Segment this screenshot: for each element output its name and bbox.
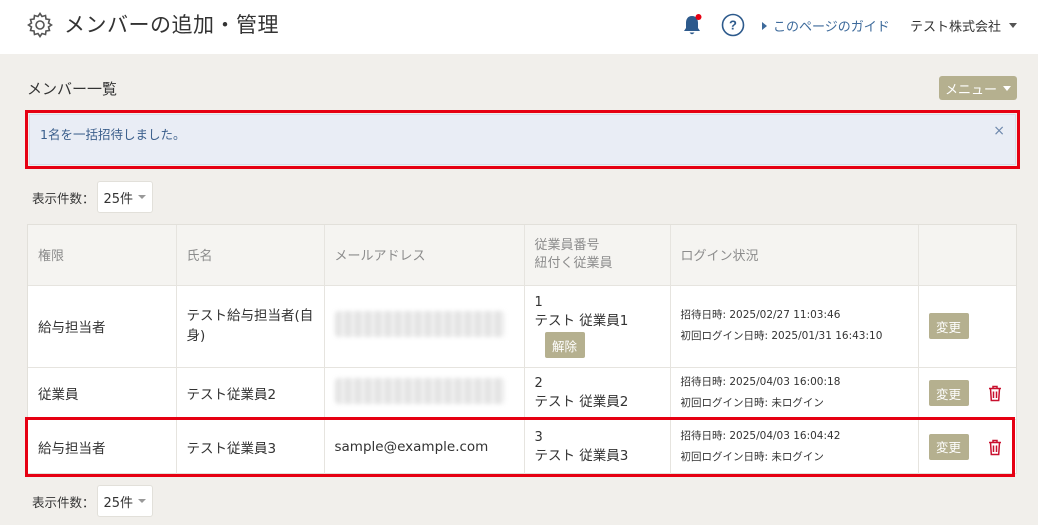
section-title: メンバー一覧: [27, 80, 118, 98]
column-header-employee: 従業員番号 紐付く従業員: [524, 225, 671, 286]
trash-icon[interactable]: [988, 385, 1002, 402]
invited-datetime: 招待日時: 2025/04/03 16:04:42: [680, 429, 841, 442]
page-size-value: 25件: [103, 495, 134, 511]
change-button[interactable]: 変更: [928, 433, 969, 460]
cell-actions: 変更: [918, 367, 1016, 420]
cell-email: sample@example.com: [324, 419, 525, 474]
cell-login: 招待日時: 2025/04/03 16:04:42 初回ログイン日時: 未ログイ…: [670, 419, 919, 474]
cell-name: テスト従業員2: [176, 367, 325, 420]
cell-login: 招待日時: 2025/02/27 11:03:46 初回ログイン日時: 2025…: [670, 285, 919, 368]
page-title: メンバーの追加・管理: [64, 13, 279, 37]
table-row: 給与担当者 テスト給与担当者(自身) 1 テスト 従業員1 解除 招待日時: 2…: [28, 285, 1016, 368]
cell-employee: 1 テスト 従業員1 解除: [524, 285, 671, 368]
svg-text:?: ?: [729, 18, 737, 33]
app-header: メンバーの追加・管理 ? このページのガイド テスト株式会社: [0, 0, 1038, 54]
page-size-select[interactable]: 25件: [96, 485, 153, 517]
chevron-down-icon: [1009, 23, 1018, 28]
column-header-actions: [918, 225, 1016, 286]
page-size-label: 表示件数：: [32, 190, 95, 206]
employee-name: テスト 従業員1: [534, 313, 629, 329]
employee-name: テスト 従業員2: [534, 394, 629, 410]
menu-button[interactable]: メニュー: [939, 76, 1017, 100]
page-size-label: 表示件数：: [32, 494, 95, 510]
employee-number: 2: [534, 376, 543, 391]
page-size-control-top: 表示件数： 25件: [32, 181, 153, 213]
release-button[interactable]: 解除: [544, 332, 585, 358]
cell-login: 招待日時: 2025/04/03 16:00:18 初回ログイン日時: 未ログイ…: [670, 367, 919, 420]
member-table: 権限 氏名 メールアドレス 従業員番号 紐付く従業員 ログイン状況 給与担当者 …: [27, 224, 1017, 474]
company-name: テスト株式会社: [910, 20, 1002, 35]
cell-actions: 変更: [918, 419, 1016, 474]
column-header-name: 氏名: [176, 225, 325, 286]
chevron-down-icon: [138, 499, 147, 503]
cell-role: 給与担当者: [28, 419, 177, 474]
menu-button-label: メニュー: [944, 82, 997, 98]
cell-email: [324, 367, 525, 420]
cell-name: テスト給与担当者(自身): [176, 285, 325, 368]
table-row: 従業員 テスト従業員2 2 テスト 従業員2 招待日時: 2025/04/03 …: [28, 367, 1016, 420]
cell-actions: 変更: [918, 285, 1016, 368]
column-header-email: メールアドレス: [324, 225, 525, 286]
column-header-login: ログイン状況: [670, 225, 919, 286]
cell-employee: 3 テスト 従業員3: [524, 419, 671, 474]
chevron-down-icon: [138, 195, 147, 199]
cell-role: 従業員: [28, 367, 177, 420]
cell-email: [324, 285, 525, 368]
cell-role: 給与担当者: [28, 285, 177, 368]
cell-employee: 2 テスト 従業員2: [524, 367, 671, 420]
change-button[interactable]: 変更: [928, 313, 969, 339]
first-login-datetime: 初回ログイン日時: 未ログイン: [680, 450, 824, 463]
invited-datetime: 招待日時: 2025/04/03 16:00:18: [680, 376, 841, 388]
close-icon[interactable]: ×: [993, 123, 1005, 139]
column-header-employee-link: 紐付く従業員: [534, 255, 613, 271]
triangle-right-icon: [762, 21, 767, 30]
alert-message: 1名を一括招待しました。: [40, 127, 186, 142]
change-button[interactable]: 変更: [928, 380, 969, 406]
trash-icon[interactable]: [988, 439, 1002, 456]
guide-link[interactable]: このページのガイド: [762, 16, 890, 35]
guide-link-label: このページのガイド: [773, 20, 890, 35]
page-size-select[interactable]: 25件: [96, 181, 153, 213]
success-alert: 1名を一括招待しました。 ×: [29, 114, 1016, 165]
help-icon[interactable]: ?: [721, 13, 745, 37]
first-login-datetime: 初回ログイン日時: 未ログイン: [680, 397, 824, 409]
column-header-role: 権限: [28, 225, 177, 286]
invited-datetime: 招待日時: 2025/02/27 11:03:46: [680, 309, 841, 321]
table-row: 給与担当者 テスト従業員3 sample@example.com 3 テスト 従…: [28, 419, 1016, 474]
company-selector[interactable]: テスト株式会社: [910, 16, 1018, 35]
chevron-down-icon: [1003, 85, 1011, 91]
employee-number: 3: [534, 429, 543, 445]
page-size-value: 25件: [103, 191, 134, 207]
blurred-email: [334, 378, 505, 404]
employee-number: 1: [534, 295, 543, 310]
gear-icon: [27, 12, 53, 38]
bell-icon[interactable]: [681, 13, 703, 37]
table-header-row: 権限 氏名 メールアドレス 従業員番号 紐付く従業員 ログイン状況: [28, 225, 1016, 286]
employee-name: テスト 従業員3: [534, 447, 629, 464]
page-size-control-bottom: 表示件数： 25件: [32, 485, 153, 517]
first-login-datetime: 初回ログイン日時: 2025/01/31 16:43:10: [680, 330, 883, 342]
column-header-employee-no: 従業員番号: [534, 237, 600, 253]
blurred-email: [334, 311, 505, 337]
cell-name: テスト従業員3: [176, 419, 325, 474]
